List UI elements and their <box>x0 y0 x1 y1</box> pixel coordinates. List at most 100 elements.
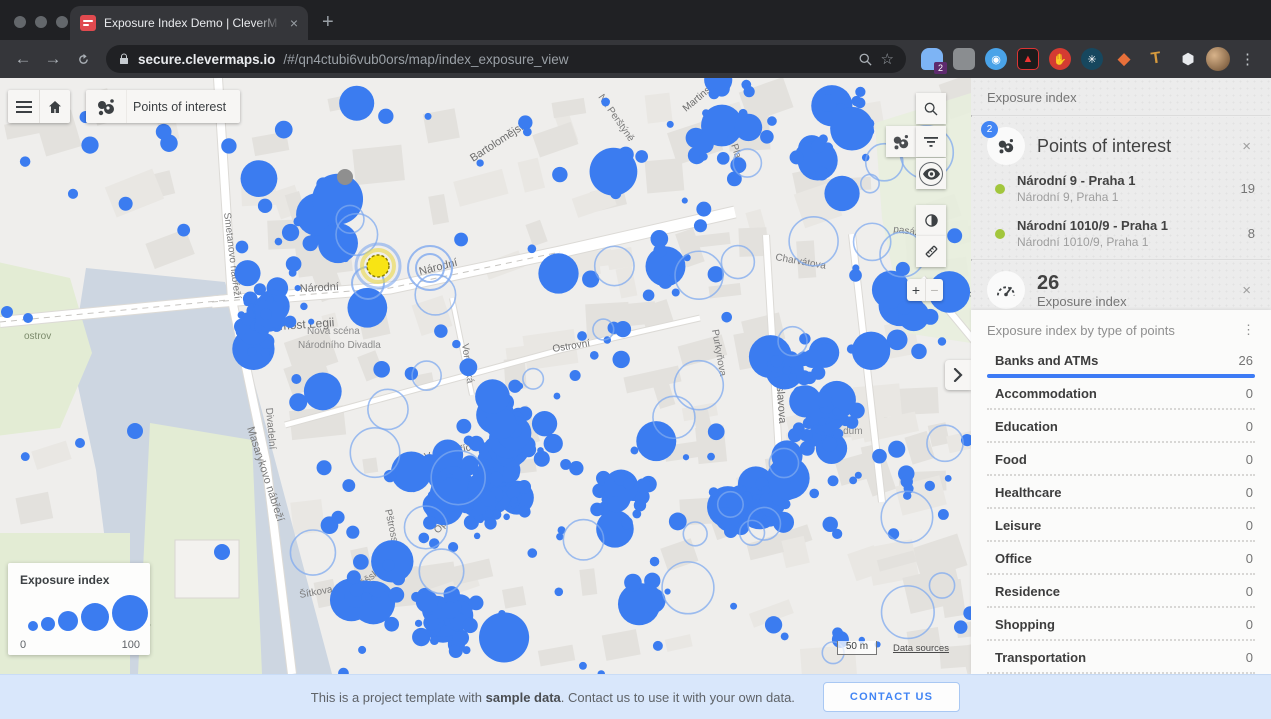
tab-close-icon[interactable]: × <box>290 15 298 31</box>
poi-circle[interactable] <box>819 94 837 112</box>
poi-circle[interactable] <box>896 262 910 276</box>
poi-circle[interactable] <box>489 472 503 486</box>
poi-circle[interactable] <box>833 429 843 439</box>
poi-circle[interactable] <box>815 167 829 181</box>
indicator-close-icon[interactable]: × <box>1238 278 1255 303</box>
data-sources-link[interactable]: Data sources <box>893 643 949 654</box>
poi-circle[interactable] <box>818 418 826 426</box>
poi-circle[interactable] <box>474 533 480 539</box>
poi-circle[interactable] <box>743 492 752 501</box>
poi-circle[interactable] <box>803 349 822 368</box>
poi-circle[interactable] <box>350 583 363 596</box>
poi-circle[interactable] <box>373 361 390 378</box>
breakdown-row[interactable]: Leisure0 <box>987 509 1255 542</box>
poi-circle[interactable] <box>416 590 438 612</box>
poi-circle[interactable] <box>554 587 563 596</box>
poi-circle[interactable] <box>849 476 857 484</box>
breakdown-menu-icon[interactable]: ⋮ <box>1242 322 1255 338</box>
poi-circle[interactable] <box>347 570 361 584</box>
poi-circle[interactable] <box>760 130 774 144</box>
poi-circle[interactable] <box>214 544 230 560</box>
poi-circle[interactable] <box>353 554 369 570</box>
poi-circle[interactable] <box>537 447 544 454</box>
poi-circle[interactable] <box>475 379 510 414</box>
poi-circle[interactable] <box>761 486 770 495</box>
poi-circle[interactable] <box>516 383 523 390</box>
poi-circle[interactable] <box>727 135 734 142</box>
puzzle-extensions-icon[interactable]: ⬢ <box>1177 48 1199 70</box>
poi-circle[interactable] <box>308 319 314 325</box>
poi-circle[interactable] <box>260 308 272 320</box>
poi-circle[interactable] <box>554 393 561 400</box>
adobe-pdf-extension-icon[interactable]: ▲ <box>1017 48 1039 70</box>
poi-circle[interactable] <box>258 199 272 213</box>
poi-circle[interactable] <box>653 244 667 258</box>
breakdown-row[interactable]: Shopping0 <box>987 608 1255 641</box>
poi-circle[interactable] <box>804 372 816 384</box>
poi-circle[interactable] <box>790 150 804 164</box>
poi-circle[interactable] <box>275 121 293 139</box>
layers-points-button[interactable] <box>886 126 916 157</box>
poi-circle[interactable] <box>177 224 190 237</box>
map-canvas[interactable]: most LegiiSmetanovo nábřežíostrovMasaryk… <box>0 78 971 674</box>
poi-circle[interactable] <box>75 438 85 448</box>
poi-circle[interactable] <box>754 510 763 519</box>
poi-circle[interactable] <box>925 481 935 491</box>
poi-circle[interactable] <box>667 121 674 128</box>
sidebar-collapse-button[interactable] <box>945 360 971 390</box>
poi-circle[interactable] <box>476 159 483 166</box>
poi-circle[interactable] <box>852 264 859 271</box>
breakdown-row[interactable]: Transportation0 <box>987 641 1255 674</box>
poi-circle[interactable] <box>441 602 458 619</box>
poi-circle[interactable] <box>823 517 838 532</box>
poi-circle[interactable] <box>444 586 460 602</box>
poi-circle[interactable] <box>765 616 782 633</box>
poi-circle[interactable] <box>824 176 859 211</box>
url-bar[interactable]: secure.clevermaps.io /#/qn4ctubi6vub0ors… <box>106 45 906 73</box>
poi-circle[interactable] <box>788 428 802 442</box>
screenshot-extension-icon[interactable] <box>953 48 975 70</box>
contact-us-button[interactable]: CONTACT US <box>823 682 960 712</box>
filter-button[interactable] <box>916 126 946 157</box>
poi-circle[interactable] <box>556 533 563 540</box>
poi-circle[interactable] <box>527 548 537 558</box>
breakdown-row[interactable]: Accommodation0 <box>987 377 1255 410</box>
poi-circle[interactable] <box>518 115 532 129</box>
poi-circle[interactable] <box>717 152 730 165</box>
poi-circle[interactable] <box>384 617 399 632</box>
poi-circle[interactable] <box>709 487 719 497</box>
back-button[interactable]: ← <box>10 46 36 72</box>
poi-circle[interactable] <box>727 171 742 186</box>
poi-circle[interactable] <box>590 148 638 196</box>
poi-circle[interactable] <box>21 452 30 461</box>
poi-circle[interactable] <box>801 429 813 441</box>
poi-circle[interactable] <box>744 86 755 97</box>
poi-circle[interactable] <box>462 618 477 633</box>
poi-circle[interactable] <box>358 646 366 654</box>
zoom-page-icon[interactable] <box>858 52 873 67</box>
fox-extension-icon[interactable]: ◆ <box>1113 48 1135 70</box>
profile-avatar[interactable] <box>1206 47 1230 71</box>
poi-circle[interactable] <box>590 351 599 360</box>
poi-list-item[interactable]: Národní 1010/9 - Praha 1 Národní 1010/9,… <box>987 210 1255 255</box>
poi-circle[interactable] <box>608 496 624 512</box>
bookmark-star-icon[interactable]: ☆ <box>881 50 894 68</box>
poi-circle[interactable] <box>20 156 31 167</box>
window-maximize-button[interactable] <box>56 16 68 28</box>
poi-circle[interactable] <box>636 421 676 461</box>
poi-circle[interactable] <box>430 636 439 645</box>
poi-circle[interactable] <box>300 303 307 310</box>
blocker-extension-icon[interactable]: ✋ <box>1049 48 1071 70</box>
poi-circle[interactable] <box>683 454 689 460</box>
poi-circle[interactable] <box>615 321 631 337</box>
poi-circle[interactable] <box>708 423 725 440</box>
poi-circle[interactable] <box>634 499 646 511</box>
poi-circle[interactable] <box>342 479 355 492</box>
poi-circle[interactable] <box>464 435 474 445</box>
poi-circle[interactable] <box>347 288 387 328</box>
poi-circle[interactable] <box>653 641 663 651</box>
poi-circle[interactable] <box>707 453 715 461</box>
window-close-button[interactable] <box>14 16 26 28</box>
menu-button[interactable] <box>8 90 39 123</box>
poi-circle[interactable] <box>724 524 738 538</box>
